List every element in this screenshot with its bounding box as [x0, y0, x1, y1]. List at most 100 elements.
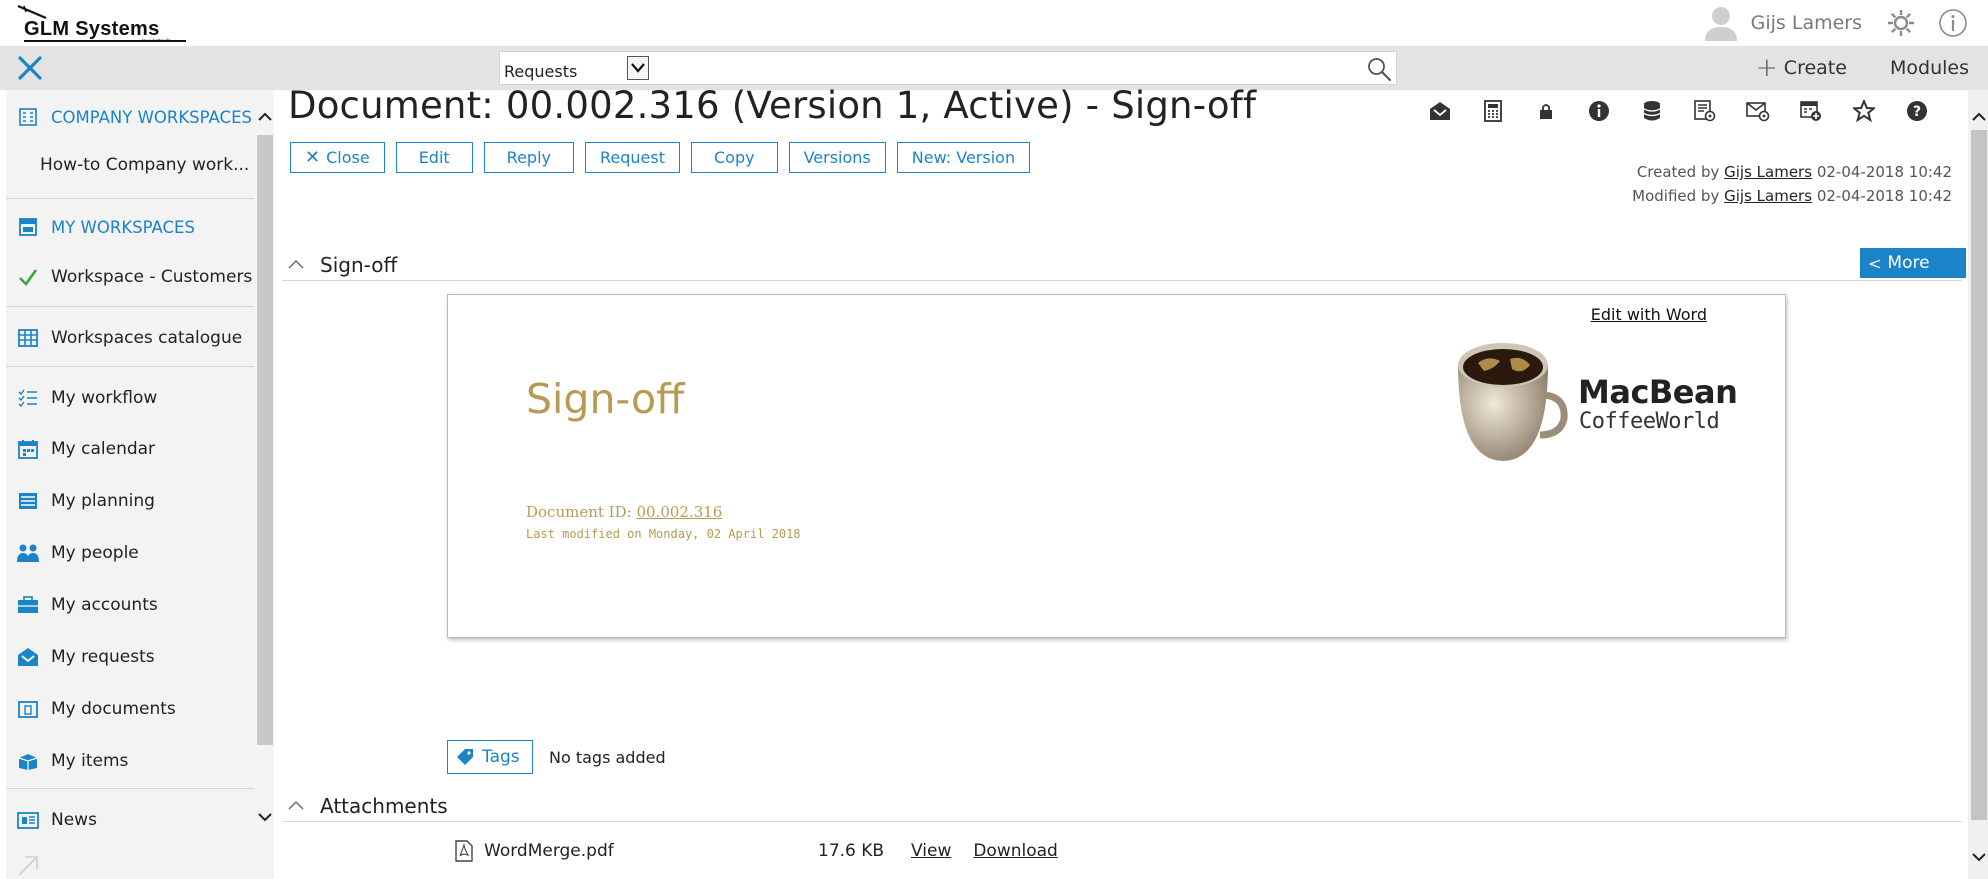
star-icon[interactable]	[1851, 98, 1877, 124]
sidebar-item-workspaces-catalogue[interactable]: Workspaces catalogue	[6, 323, 254, 353]
info-icon[interactable]	[1936, 6, 1970, 40]
chevron-down-icon[interactable]	[1970, 848, 1988, 866]
close-button[interactable]: ✕ Close	[290, 142, 385, 173]
sidebar-item-my-items[interactable]: My items	[6, 746, 254, 776]
document-id-link[interactable]: 00.002.316	[636, 503, 722, 521]
sidebar-item-my-accounts[interactable]: My accounts	[6, 590, 254, 620]
logo-underline	[24, 40, 186, 42]
sidebar-item-my-requests[interactable]: My requests	[6, 642, 254, 672]
sidebar-item-workspace-customers[interactable]: Workspace - Customers	[6, 262, 254, 292]
document-heading: Sign-off	[526, 375, 685, 423]
sidebar-divider	[6, 198, 254, 199]
calendar-add-icon[interactable]	[1798, 98, 1824, 124]
planning-icon	[16, 489, 40, 513]
attachment-row: WordMerge.pdf 17.6 KB View Download	[454, 836, 1254, 866]
company-building-icon	[16, 105, 40, 129]
page-title: Document: 00.002.316 (Version 1, Active)…	[288, 84, 1257, 127]
copy-button[interactable]: Copy	[690, 142, 778, 173]
user-name[interactable]: Gijs Lamers	[1751, 12, 1862, 34]
sidebar-scrollbar-thumb[interactable]	[257, 135, 273, 745]
chevron-up-icon[interactable]	[1970, 108, 1988, 126]
sidebar-my-workspaces-label: MY WORKSPACES	[51, 217, 195, 237]
create-label: Create	[1783, 57, 1847, 79]
top-bar: GLM Systems for a better fit Gijs Lamers	[0, 0, 1988, 46]
logo-text: GLM Systems	[24, 18, 160, 40]
new-version-button-label: New: Version	[911, 148, 1016, 167]
glm-logo[interactable]: GLM Systems for a better fit	[14, 4, 186, 43]
modified-line: Modified by Gijs Lamers 02-04-2018 10:42	[1632, 184, 1952, 208]
settings-gear-icon[interactable]	[1884, 6, 1918, 40]
reply-button-label: Reply	[506, 148, 551, 167]
envelope-open-icon[interactable]	[1427, 98, 1453, 124]
sidebar-item-howto-company[interactable]: How-to Company work...	[6, 150, 254, 180]
edit-button-label: Edit	[418, 148, 450, 167]
expand-arrow-icon[interactable]	[16, 854, 40, 878]
attachment-download-link[interactable]: Download	[973, 841, 1058, 861]
svg-text:?: ?	[1913, 104, 1921, 120]
more-button[interactable]: < More	[1860, 248, 1966, 278]
sidebar-item-my-people[interactable]: My people	[6, 538, 254, 568]
sidebar-item-my-workflow[interactable]: My workflow	[6, 383, 254, 413]
versions-button-label: Versions	[803, 148, 871, 167]
sidebar-item-my-calendar[interactable]: My calendar	[6, 434, 254, 464]
request-button-label: Request	[599, 148, 665, 167]
sidebar-my-workspaces-header[interactable]: MY WORKSPACES	[6, 210, 254, 244]
attachments-section-label: Attachments	[320, 793, 448, 818]
tags-button-label: Tags	[482, 747, 520, 767]
brand-name: MacBean	[1578, 373, 1738, 411]
sidebar-item-label: Workspace - Customers	[51, 267, 253, 287]
collapse-chevron-icon[interactable]	[286, 255, 306, 275]
chevron-down-icon[interactable]	[256, 808, 274, 826]
modules-button[interactable]: Modules	[1890, 54, 1969, 82]
create-button[interactable]: + Create	[1756, 53, 1847, 83]
help-icon[interactable]: ?	[1904, 98, 1930, 124]
reply-button[interactable]: Reply	[483, 142, 574, 173]
database-icon[interactable]	[1639, 98, 1665, 124]
sidebar-item-label: My documents	[51, 699, 176, 719]
email-settings-icon[interactable]	[1745, 98, 1771, 124]
chevron-left-icon: <	[1868, 253, 1882, 273]
sidebar-divider	[6, 306, 254, 307]
document-settings-icon[interactable]	[1692, 98, 1718, 124]
edit-with-word-link[interactable]: Edit with Word	[1591, 305, 1707, 324]
calculator-icon[interactable]	[1480, 98, 1506, 124]
sidebar-item-my-planning[interactable]: My planning	[6, 486, 254, 516]
document-id-label: Document ID:	[526, 503, 632, 521]
search-icon[interactable]	[1366, 56, 1392, 82]
document-id: Document ID: 00.002.316	[526, 503, 722, 521]
checklist-icon	[16, 386, 40, 410]
search-type-select[interactable]: Requests	[500, 52, 650, 84]
chevron-up-icon[interactable]	[256, 108, 274, 126]
sidebar-company-workspaces-header[interactable]: COMPANY WORKSPACES	[6, 100, 254, 134]
main-scrollbar-thumb[interactable]	[1971, 130, 1987, 820]
collapse-chevron-icon[interactable]	[286, 796, 306, 816]
close-menu-icon[interactable]	[14, 52, 46, 84]
sidebar-item-label: Workspaces catalogue	[51, 328, 243, 348]
attachment-view-link[interactable]: View	[911, 841, 951, 861]
search-input[interactable]	[652, 52, 1342, 84]
request-button[interactable]: Request	[584, 142, 680, 173]
modified-by-link[interactable]: Gijs Lamers	[1724, 187, 1812, 205]
sidebar-item-label: My people	[51, 543, 139, 563]
sidebar-item-news[interactable]: News	[6, 805, 254, 835]
edit-button[interactable]: Edit	[395, 142, 473, 173]
sidebar-item-my-documents[interactable]: My documents	[6, 694, 254, 724]
new-version-button[interactable]: New: Version	[896, 142, 1031, 173]
tags-button[interactable]: Tags	[447, 740, 533, 774]
close-icon: ✕	[305, 147, 321, 168]
people-icon	[16, 541, 40, 565]
created-by-link[interactable]: Gijs Lamers	[1724, 163, 1812, 181]
document-icon	[16, 697, 40, 721]
document-meta: Created by Gijs Lamers 02-04-2018 10:42 …	[1632, 160, 1952, 208]
plus-icon: +	[1756, 53, 1778, 83]
info-circle-icon[interactable]	[1586, 98, 1612, 124]
sidebar-item-label: News	[51, 810, 97, 830]
grid-icon	[16, 326, 40, 350]
user-avatar-icon[interactable]	[1704, 5, 1737, 41]
sidebar-item-label: My planning	[51, 491, 155, 511]
modules-label: Modules	[1890, 57, 1969, 79]
more-button-label: More	[1887, 253, 1930, 273]
lock-icon[interactable]	[1533, 98, 1559, 124]
chevron-down-icon[interactable]	[627, 56, 649, 80]
versions-button[interactable]: Versions	[788, 142, 886, 173]
